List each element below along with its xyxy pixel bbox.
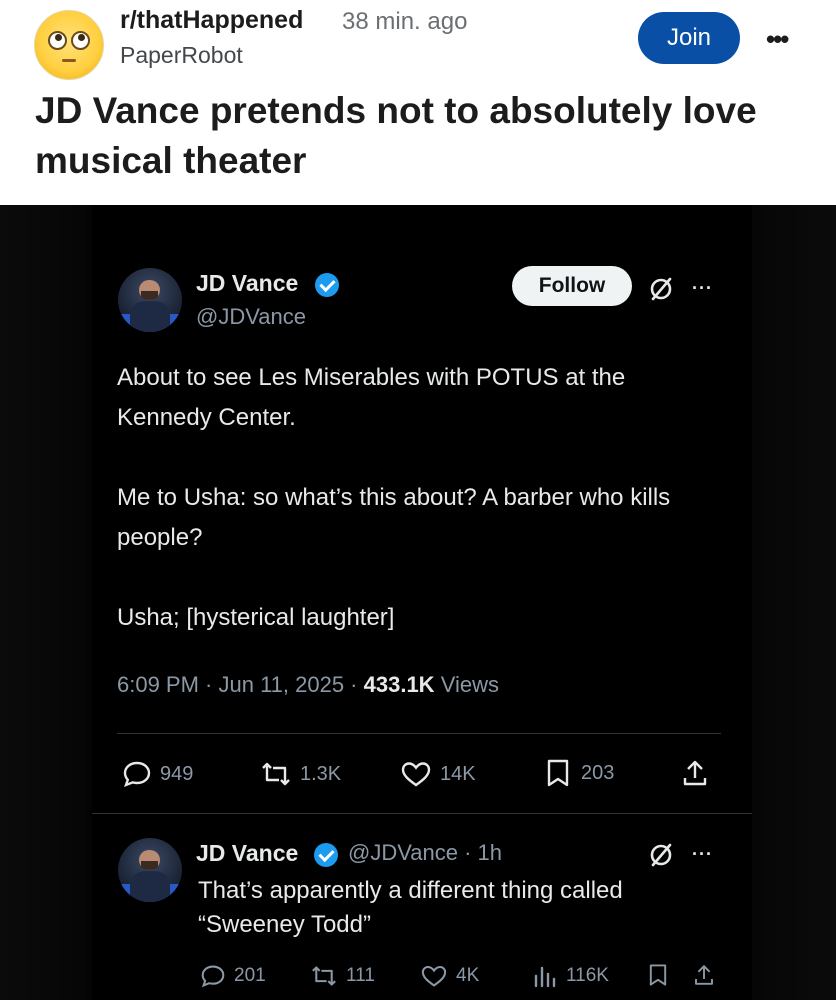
repost-action: 1.3K — [260, 760, 341, 788]
reply-views-count: 116K — [566, 965, 609, 986]
reply-reply-count: 201 — [234, 965, 266, 986]
reply-author-name: JD Vance — [196, 840, 299, 866]
reply-more-icon: ··· — [692, 844, 713, 864]
tweet-timestamp-views: 6:09 PM · Jun 11, 2025 · 433.1K Views — [117, 672, 499, 698]
subreddit-name[interactable]: r/thatHappened — [120, 6, 303, 35]
reply-action: 949 — [122, 760, 193, 788]
reply-handle-time: @JDVance · 1h — [348, 840, 502, 865]
repost-count: 1.3K — [300, 762, 342, 785]
reply-reply-action: 201 — [200, 964, 266, 988]
tweet-author-avatar — [118, 268, 182, 332]
tweet-timestamp: 6:09 PM · Jun 11, 2025 · — [117, 672, 364, 697]
reply-text: That’s apparently a different thing call… — [198, 877, 623, 938]
bookmark-icon — [649, 964, 667, 986]
reply-icon — [123, 761, 151, 788]
more-options-icon[interactable]: ••• — [766, 24, 789, 55]
reply-bookmark-action — [646, 962, 678, 988]
tweet-author-name: JD Vance — [196, 270, 299, 296]
bookmark-action: 203 — [543, 758, 614, 788]
reply-repost-count: 111 — [346, 965, 375, 986]
tweet-text: About to see Les Miserables with POTUS a… — [117, 358, 717, 678]
follow-button: Follow — [512, 266, 632, 306]
verified-badge-icon — [315, 273, 339, 297]
reply-count: 949 — [160, 762, 194, 785]
like-count: 14K — [440, 762, 476, 785]
views-icon — [534, 966, 556, 988]
bookmark-icon — [547, 759, 569, 787]
reddit-post-header: r/thatHappened 38 min. ago PaperRobot Jo… — [0, 0, 836, 205]
tweet-more-icon: ··· — [692, 278, 713, 298]
reply-views-action: 116K — [532, 964, 609, 988]
tweet-paragraph: About to see Les Miserables with POTUS a… — [117, 364, 626, 431]
tweet-author-handle: @JDVance — [196, 304, 306, 329]
post-author[interactable]: PaperRobot — [120, 42, 243, 69]
join-button[interactable]: Join — [638, 12, 740, 64]
tweet-paragraph: Usha; [hysterical laughter] — [117, 604, 395, 631]
bookmark-count: 203 — [581, 761, 615, 784]
tweet-views-count: 433.1K — [363, 672, 435, 697]
share-icon — [695, 965, 713, 985]
divider — [92, 813, 752, 814]
verified-badge-icon — [314, 843, 338, 867]
reply-repost-action: 111 — [310, 964, 375, 988]
tweet-paragraph: Me to Usha: so what’s this about? A barb… — [117, 484, 671, 551]
grok-icon — [650, 277, 672, 301]
reply-like-action: 4K — [420, 964, 479, 988]
post-title[interactable]: JD Vance pretends not to absolutely love… — [35, 86, 805, 186]
grok-icon — [650, 843, 672, 867]
like-action: 14K — [400, 760, 476, 788]
repost-icon — [262, 762, 290, 786]
reply-like-count: 4K — [456, 965, 480, 986]
post-time: 38 min. ago — [342, 8, 468, 35]
divider — [117, 733, 721, 734]
share-action — [680, 758, 718, 788]
tweet-views-label: Views — [434, 672, 499, 697]
share-icon — [683, 760, 707, 786]
heart-icon — [421, 965, 447, 987]
reply-icon — [201, 965, 225, 988]
reply-author-avatar — [118, 838, 182, 902]
repost-icon — [312, 966, 336, 986]
heart-icon — [401, 762, 431, 787]
subreddit-avatar-icon[interactable] — [34, 10, 104, 80]
reply-share-action — [692, 962, 724, 988]
